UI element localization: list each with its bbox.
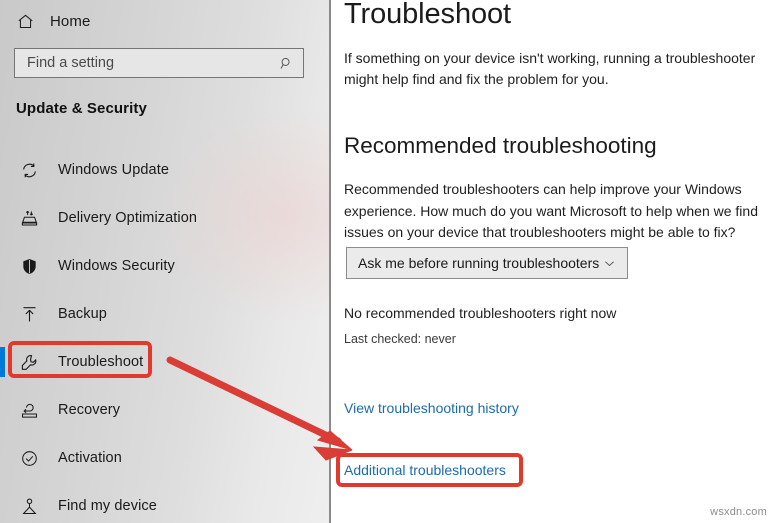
- chevron-down-icon[interactable]: [602, 256, 617, 271]
- additional-troubleshooters-link[interactable]: Additional troubleshooters: [344, 462, 506, 478]
- sidebar-item-windows-update[interactable]: Windows Update: [0, 146, 330, 194]
- sidebar-item-delivery-optimization[interactable]: Delivery Optimization: [0, 194, 330, 242]
- sidebar-item-label: Backup: [58, 306, 107, 322]
- sidebar: Home Find a setting Update & Security Wi…: [0, 0, 331, 523]
- sidebar-item-label: Find my device: [58, 498, 157, 514]
- sidebar-item-activation[interactable]: Activation: [0, 434, 330, 482]
- recovery-icon: [18, 399, 40, 421]
- refresh-icon: [18, 159, 40, 181]
- sidebar-home[interactable]: Home: [14, 6, 90, 36]
- view-troubleshooting-history-link[interactable]: View troubleshooting history: [344, 400, 519, 416]
- sidebar-nav: Windows Update Delivery Optimization Win…: [0, 146, 330, 523]
- wrench-icon: [18, 351, 40, 373]
- check-circle-icon: [18, 447, 40, 469]
- sidebar-item-label: Activation: [58, 450, 122, 466]
- recommended-troubleshooting-dropdown[interactable]: Ask me before running troubleshooters: [346, 247, 628, 279]
- sidebar-group-title: Update & Security: [16, 100, 147, 117]
- home-icon: [14, 10, 36, 32]
- sidebar-item-label: Windows Update: [58, 162, 170, 178]
- main-content: Troubleshoot If something on your device…: [331, 0, 775, 523]
- sidebar-item-label: Troubleshoot: [58, 354, 144, 370]
- sidebar-item-troubleshoot[interactable]: Troubleshoot: [0, 338, 330, 386]
- upload-arrow-icon: [18, 303, 40, 325]
- delivery-optimization-icon: [18, 207, 40, 229]
- selection-indicator: [0, 347, 5, 377]
- last-checked-text: Last checked: never: [344, 332, 456, 346]
- sidebar-home-label: Home: [50, 12, 91, 30]
- section-body-text: Recommended troubleshooters can help imp…: [344, 181, 758, 240]
- shield-icon: [18, 255, 40, 277]
- page-intro-text: If something on your device isn't workin…: [344, 50, 756, 87]
- sidebar-item-recovery[interactable]: Recovery: [0, 386, 330, 434]
- section-title-recommended-troubleshooting: Recommended troubleshooting: [344, 133, 657, 158]
- settings-window: Home Find a setting Update & Security Wi…: [0, 0, 775, 523]
- dropdown-selected-value: Ask me before running troubleshooters: [358, 255, 600, 271]
- recommendation-status-text: No recommended troubleshooters right now: [344, 305, 617, 321]
- sidebar-item-label: Windows Security: [58, 258, 175, 274]
- sidebar-item-label: Delivery Optimization: [58, 210, 198, 226]
- find-device-icon: [18, 495, 40, 517]
- watermark: wsxdn.com: [710, 506, 767, 518]
- search-icon[interactable]: [279, 56, 294, 71]
- search-input-placeholder: Find a setting: [27, 55, 115, 71]
- sidebar-item-find-my-device[interactable]: Find my device: [0, 482, 330, 523]
- search-input[interactable]: Find a setting: [14, 48, 304, 78]
- sidebar-item-label: Recovery: [58, 402, 121, 418]
- sidebar-item-backup[interactable]: Backup: [0, 290, 330, 338]
- sidebar-item-windows-security[interactable]: Windows Security: [0, 242, 330, 290]
- page-title: Troubleshoot: [344, 0, 511, 30]
